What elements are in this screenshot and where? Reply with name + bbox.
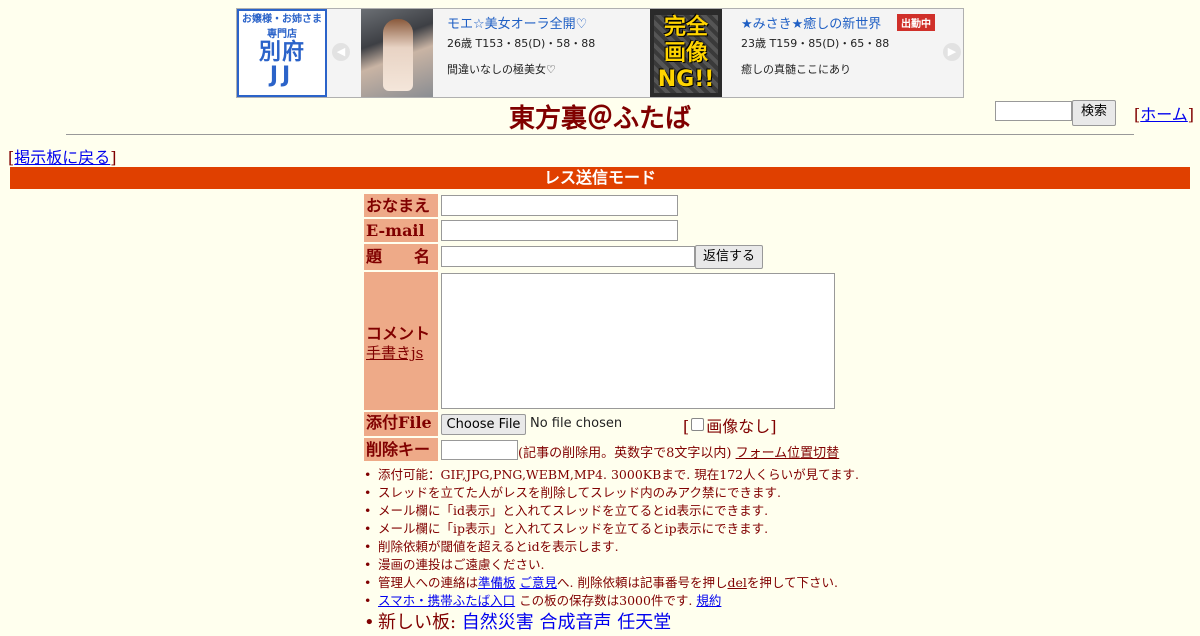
delete-key-field[interactable]	[441, 440, 518, 460]
file-label: 添付File	[364, 412, 438, 436]
email-field[interactable]	[441, 220, 678, 241]
reply-submit-button[interactable]: 返信する	[695, 245, 763, 269]
back-to-board-link[interactable]: 掲示板に戻る	[14, 148, 110, 167]
prep-board-link[interactable]: 準備板	[478, 575, 516, 590]
no-image-checkbox[interactable]	[691, 418, 705, 431]
rules-link[interactable]: 規約	[696, 593, 721, 608]
reply-mode-bar: レス送信モード	[10, 167, 1190, 189]
form-position-toggle-link[interactable]: フォーム位置切替	[736, 446, 840, 461]
del-link[interactable]: del	[727, 575, 746, 590]
comment-label: コメント	[366, 324, 431, 343]
archive-count-text: この板の保存数は3000件です.	[515, 593, 697, 608]
note-item: 削除依頼が閾値を超えるとidを表示します.	[364, 538, 859, 556]
delete-key-note: (記事の削除用。英数字で8文字以内) フォーム位置切替	[518, 442, 839, 461]
mobile-entrance-link[interactable]: スマホ・携帯ふたば入口	[378, 593, 515, 608]
ad-stats: 23歳 T159・85(D)・65・88	[741, 37, 890, 50]
subject-label: 題 名	[364, 244, 438, 270]
shop-logo-line1: お嬢様・お姉さま	[242, 14, 322, 25]
carousel-next-icon[interactable]: ▶	[943, 43, 961, 61]
divider	[66, 134, 1134, 135]
name-field[interactable]	[441, 195, 678, 216]
note-item: メール欄に「ip表示」と入れてスレッドを立てるとip表示にできます.	[364, 520, 859, 538]
carousel-prev-icon[interactable]: ◀	[332, 43, 350, 61]
model-figure	[383, 19, 413, 91]
ad-description: 癒しの真髄ここにあり	[741, 63, 851, 76]
email-label: E-mail	[364, 219, 438, 242]
no-image-label: 画像なし	[706, 417, 771, 436]
comment-label-cell: コメント 手書きjs	[364, 272, 438, 410]
home-link-wrap: [ホーム]	[1134, 105, 1195, 124]
no-file-chosen-text: No file chosen	[530, 416, 623, 431]
search-input[interactable]	[995, 101, 1072, 121]
handwriting-js-link[interactable]: 手書きjs	[366, 342, 423, 363]
home-link[interactable]: ホーム	[1140, 105, 1188, 124]
ad-description: 間違いなしの極美女♡	[447, 63, 556, 76]
shop-logo-line3: 別府	[258, 40, 305, 65]
note-item: メール欄に「id表示」と入れてスレッドを立てるとid表示にできます.	[364, 502, 859, 520]
admin-note-suffix: を押して下さい.	[746, 575, 838, 590]
note-item: 添付可能：GIF,JPG,PNG,WEBM,MP4. 3000KBまで. 現在1…	[364, 466, 859, 484]
ad-item-1[interactable]: モエ☆美女オーラ全開♡ 26歳 T153・85(D)・58・88 間違いなしの極…	[447, 13, 645, 77]
admin-note-middle: へ. 削除依頼は記事番号を押し	[557, 575, 728, 590]
subject-field[interactable]	[441, 246, 695, 267]
ad-banner[interactable]: お嬢様・お姉さま 専門店 別府 JJ ◀ モエ☆美女オーラ全開♡ 26歳 T15…	[236, 8, 964, 98]
photo-ng-text: 完全画像NG!!	[654, 15, 718, 93]
ad-stats: 26歳 T153・85(D)・58・88	[447, 37, 596, 50]
ad-title: モエ☆美女オーラ全開♡	[447, 17, 588, 32]
delete-key-label: 削除キー	[364, 438, 438, 461]
ad-photo-2[interactable]: 完全画像NG!!	[650, 9, 722, 97]
back-link-wrap: [掲示板に戻る]	[8, 148, 117, 167]
no-image-option[interactable]: [画像なし]	[683, 413, 777, 437]
search-button[interactable]: 検索	[1072, 100, 1116, 126]
feedback-link[interactable]: ご意見	[520, 575, 558, 590]
note-item-new-boards: 新しい板: 自然災害 合成音声 任天堂	[364, 610, 859, 636]
admin-note-prefix: 管理人への連絡は	[378, 575, 479, 590]
on-duty-badge: 出勤中	[897, 14, 935, 31]
shop-logo-line4: JJ	[269, 63, 295, 88]
notes-list: 添付可能：GIF,JPG,PNG,WEBM,MP4. 3000KBまで. 現在1…	[364, 466, 859, 636]
note-item-mobile: スマホ・携帯ふたば入口 この板の保存数は3000件です. 規約	[364, 592, 859, 610]
name-label: おなまえ	[364, 194, 438, 217]
delete-key-hint: (記事の削除用。英数字で8文字以内)	[518, 446, 732, 461]
ad-photo-1[interactable]	[361, 9, 433, 97]
note-item-admin: 管理人への連絡は準備板 ご意見へ. 削除依頼は記事番号を押しdelを押して下さい…	[364, 574, 859, 592]
choose-file-button[interactable]: Choose File	[441, 414, 526, 435]
shop-logo[interactable]: お嬢様・お姉さま 専門店 別府 JJ	[237, 9, 327, 97]
note-item: 漫画の連投はご遠慮ください.	[364, 556, 859, 574]
comment-textarea[interactable]	[441, 273, 835, 409]
note-item: スレッドを立てた人がレスを削除してスレッド内のみアク禁にできます.	[364, 484, 859, 502]
